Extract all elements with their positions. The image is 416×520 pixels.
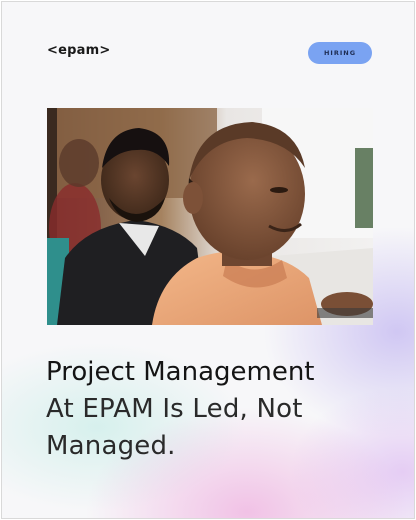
headline-line-1: Project Management [46, 357, 315, 387]
headline-line-3: Managed. [46, 431, 176, 461]
headline-line-2: At EPAM Is Led, Not [46, 394, 303, 424]
team-photo [47, 108, 373, 325]
hiring-badge: HIRING [308, 42, 372, 64]
hiring-post-card: <epam> HIRING Project Management At EPAM… [1, 1, 415, 519]
epam-logo: <epam> [47, 43, 111, 58]
headline: Project Management At EPAM Is Led, Not M… [46, 354, 386, 465]
team-photo-image [47, 108, 373, 325]
